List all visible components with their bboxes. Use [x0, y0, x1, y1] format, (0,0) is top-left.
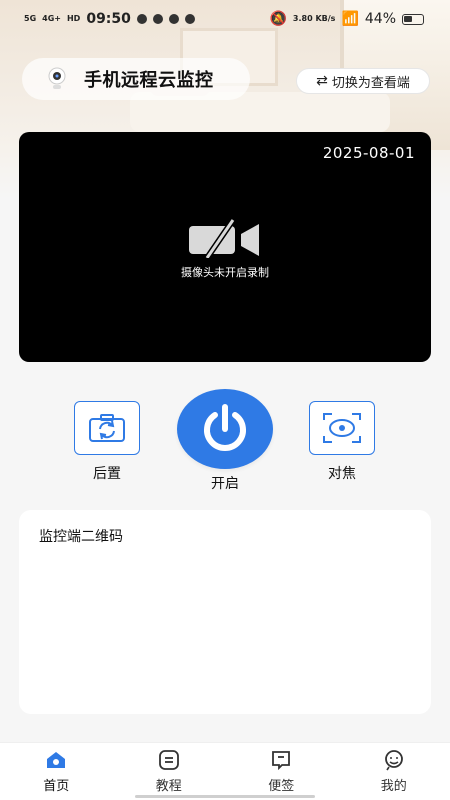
message-icon [136, 14, 147, 24]
qr-code-card: 监控端二维码 [19, 510, 431, 714]
nav-label-home: 首页 [43, 779, 70, 794]
focus-icon [323, 413, 361, 443]
nav-label-tutorial: 教程 [155, 779, 182, 794]
camera-switch-icon [89, 414, 125, 442]
rear-camera-label: 后置 [93, 466, 121, 482]
page-title: 手机远程云监控 [84, 70, 214, 91]
profile-icon [384, 750, 403, 771]
network-5g: 5G [24, 14, 37, 23]
bottom-navigation: 首页 教程 便签 我的 [0, 742, 450, 800]
switch-to-viewer-button[interactable]: ⇄ 切换为查看端 [296, 68, 430, 94]
status-right: 🔕 3.80 KB/s 📶 44% [269, 11, 424, 27]
focus-button[interactable] [309, 401, 375, 455]
swap-icon: ⇄ [316, 73, 328, 89]
note-icon [272, 751, 291, 771]
rear-camera-control[interactable]: 后置 [74, 401, 140, 483]
network-4g: 4G+ [42, 14, 61, 23]
hd-badge: HD [66, 14, 81, 23]
nav-item-tutorial[interactable]: 教程 [129, 749, 209, 794]
focus-label: 对焦 [328, 466, 356, 482]
battery-percent: 44% [364, 11, 396, 27]
nav-item-home[interactable]: 首页 [16, 749, 96, 794]
focus-control[interactable]: 对焦 [309, 401, 375, 483]
preview-message: 摄像头未开启录制 [181, 266, 269, 279]
tutorial-icon [158, 750, 179, 770]
home-icon [47, 752, 66, 768]
power-icon [204, 404, 246, 451]
rear-camera-button[interactable] [74, 401, 140, 455]
camera-off-icon [189, 218, 259, 258]
clock: 09:50 [86, 11, 131, 27]
mute-icon: 🔕 [269, 11, 287, 27]
status-bar: 5G 4G+ HD 09:50 🔕 3.80 KB/s 📶 44% [0, 0, 450, 38]
qr-card-title: 监控端二维码 [39, 529, 123, 545]
app-title-pill: 手机远程云监控 [22, 58, 250, 100]
phone-icon [184, 14, 195, 24]
nav-label-notes: 便签 [268, 779, 295, 794]
app-icon [152, 14, 163, 24]
start-label: 开启 [211, 476, 239, 492]
preview-date: 2025-08-01 [322, 144, 415, 162]
nav-label-profile: 我的 [380, 779, 407, 794]
preview-status: 摄像头未开启录制 [19, 218, 431, 280]
camera-preview[interactable]: 2025-08-01 摄像头未开启录制 [19, 132, 431, 362]
home-indicator [135, 795, 315, 798]
status-left: 5G 4G+ HD 09:50 [24, 11, 195, 27]
start-recording-button[interactable] [177, 389, 273, 469]
switch-label: 切换为查看端 [331, 75, 410, 91]
tiktok-icon [168, 14, 179, 24]
wifi-icon: 📶 [341, 11, 359, 27]
nav-item-profile[interactable]: 我的 [354, 749, 434, 794]
nav-item-notes[interactable]: 便签 [241, 749, 321, 794]
security-camera-icon [48, 67, 66, 89]
battery-icon [402, 13, 424, 25]
net-speed: 3.80 KB/s [292, 14, 336, 23]
